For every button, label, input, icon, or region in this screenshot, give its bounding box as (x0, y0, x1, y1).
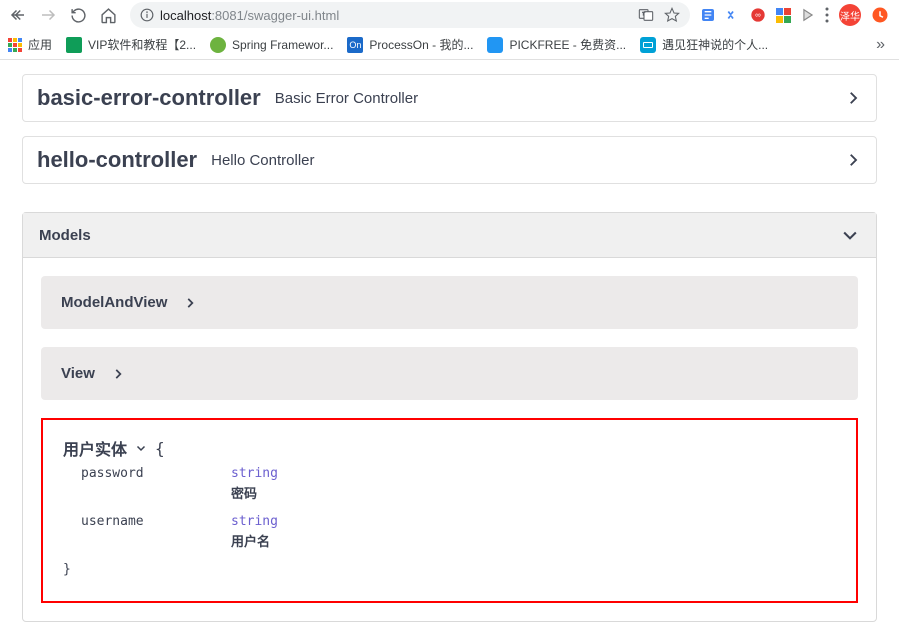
apps-shortcut[interactable]: 应用 (8, 36, 52, 53)
arrow-right-icon (39, 6, 57, 24)
chevron-right-icon (111, 367, 125, 381)
model-expanded-header[interactable]: 用户实体 { (63, 436, 836, 460)
extension-icon-3[interactable]: ∞ (750, 7, 766, 23)
bookmark-label: 遇见狂神说的个人... (662, 36, 768, 53)
models-body: ModelAndView View 用户实体 { (23, 258, 876, 621)
extension-icon-4[interactable] (776, 8, 791, 23)
extension-icon-5[interactable] (801, 8, 815, 22)
kebab-menu-icon[interactable] (825, 7, 829, 23)
svg-text:∞: ∞ (755, 11, 761, 20)
swagger-content: basic-error-controller Basic Error Contr… (0, 74, 899, 642)
bookmark-item[interactable]: VIP软件和教程【2... (66, 36, 196, 53)
home-button[interactable] (96, 3, 120, 27)
extensions-area: ∞ 泽华 (700, 4, 893, 26)
site-info-icon[interactable] (140, 8, 154, 22)
model-row-modelandview[interactable]: ModelAndView (41, 276, 858, 329)
property-type: string (231, 466, 278, 481)
model-expanded-user-entity: 用户实体 { password string 密码 (41, 418, 858, 603)
reload-icon (70, 7, 87, 24)
favicon-icon: On (347, 37, 363, 53)
chevron-down-icon (135, 442, 147, 454)
star-icon[interactable] (664, 7, 680, 23)
apps-label: 应用 (28, 36, 52, 53)
chevron-right-icon (844, 89, 862, 107)
controller-desc: Basic Error Controller (275, 90, 418, 107)
model-row-view[interactable]: View (41, 347, 858, 400)
extension-icon-6[interactable] (871, 6, 889, 24)
model-property: username string 用户名 (81, 514, 836, 550)
reload-button[interactable] (66, 3, 90, 27)
browser-toolbar: localhost:8081/swagger-ui.html ∞ 泽华 (0, 0, 899, 30)
favicon-icon (487, 37, 503, 53)
model-name: 用户实体 (63, 436, 127, 460)
home-icon (100, 7, 117, 24)
extension-icon-1[interactable] (700, 7, 716, 23)
bookmark-item[interactable]: 遇见狂神说的个人... (640, 36, 768, 53)
bookmark-label: PICKFREE - 免费资... (509, 36, 626, 53)
model-properties: password string 密码 username string 用户名 (63, 466, 836, 550)
property-type: string (231, 514, 278, 529)
bookmark-label: Spring Framewor... (232, 38, 333, 52)
models-section: Models ModelAndView View 用户实体 (22, 212, 877, 622)
bookmark-item[interactable]: PICKFREE - 免费资... (487, 36, 626, 53)
chevron-right-icon (183, 296, 197, 310)
models-title: Models (39, 227, 91, 244)
chevron-down-icon (840, 225, 860, 245)
chevron-right-icon (844, 151, 862, 169)
bookmark-item[interactable]: On ProcessOn - 我的... (347, 36, 473, 53)
translate-icon[interactable] (638, 7, 654, 23)
controller-header-hello[interactable]: hello-controller Hello Controller (23, 137, 876, 183)
property-desc: 用户名 (231, 531, 278, 550)
controller-name: hello-controller (37, 147, 197, 173)
model-name: View (61, 365, 95, 382)
bookmark-label: ProcessOn - 我的... (369, 36, 473, 53)
favicon-icon (210, 37, 226, 53)
extension-icon-2[interactable] (726, 8, 740, 22)
controller-desc: Hello Controller (211, 152, 314, 169)
controller-header-basic-error[interactable]: basic-error-controller Basic Error Contr… (23, 75, 876, 121)
controller-section: hello-controller Hello Controller (22, 136, 877, 184)
back-button[interactable] (6, 3, 30, 27)
controller-name: basic-error-controller (37, 85, 261, 111)
url-text: localhost:8081/swagger-ui.html (160, 8, 339, 23)
models-header[interactable]: Models (23, 213, 876, 258)
controller-section: basic-error-controller Basic Error Contr… (22, 74, 877, 122)
bookmark-label: VIP软件和教程【2... (88, 36, 196, 53)
forward-button[interactable] (36, 3, 60, 27)
address-bar[interactable]: localhost:8081/swagger-ui.html (130, 2, 690, 28)
bookmarks-overflow[interactable]: » (876, 36, 891, 54)
favicon-icon (66, 37, 82, 53)
bookmark-item[interactable]: Spring Framewor... (210, 37, 333, 53)
property-key: password (81, 466, 231, 502)
close-brace: } (63, 562, 836, 577)
open-brace: { (155, 439, 165, 458)
model-name: ModelAndView (61, 294, 167, 311)
apps-grid-icon (8, 38, 22, 52)
favicon-icon (640, 37, 656, 53)
bookmarks-bar: 应用 VIP软件和教程【2... Spring Framewor... On P… (0, 30, 899, 60)
model-property: password string 密码 (81, 466, 836, 502)
property-key: username (81, 514, 231, 550)
property-desc: 密码 (231, 483, 278, 502)
arrow-left-icon (9, 6, 27, 24)
user-avatar[interactable]: 泽华 (839, 4, 861, 26)
